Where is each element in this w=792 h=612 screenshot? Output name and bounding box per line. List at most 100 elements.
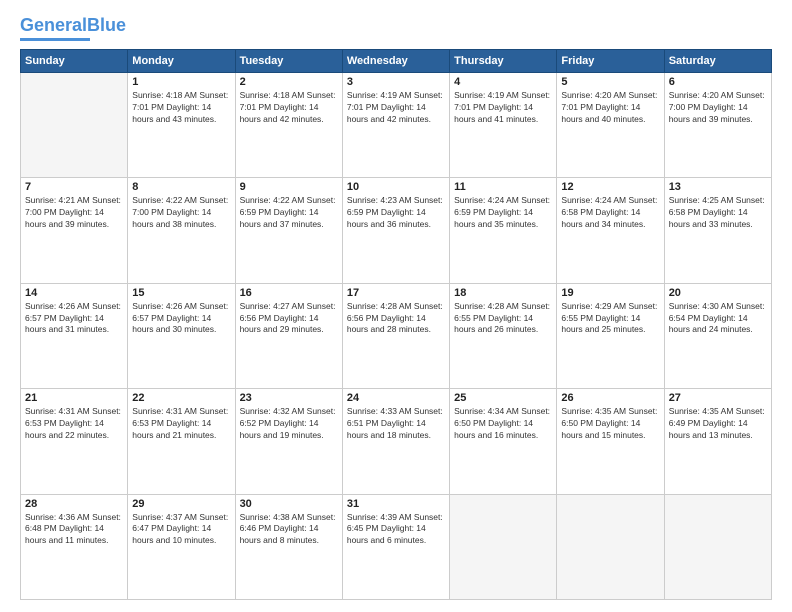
logo-text: GeneralBlue [20, 16, 126, 36]
calendar-cell: 21 Sunrise: 4:31 AM Sunset: 6:53 PM Dayli… [21, 389, 128, 494]
cell-info: Sunrise: 4:19 AM Sunset: 7:01 PM Dayligh… [454, 90, 552, 126]
calendar-cell [21, 72, 128, 177]
cell-info: Sunrise: 4:22 AM Sunset: 6:59 PM Dayligh… [240, 195, 338, 231]
weekday-header-monday: Monday [128, 49, 235, 72]
calendar-cell: 22 Sunrise: 4:31 AM Sunset: 6:53 PM Dayli… [128, 389, 235, 494]
cell-info: Sunrise: 4:32 AM Sunset: 6:52 PM Dayligh… [240, 406, 338, 442]
cell-info: Sunrise: 4:19 AM Sunset: 7:01 PM Dayligh… [347, 90, 445, 126]
cell-info: Sunrise: 4:29 AM Sunset: 6:55 PM Dayligh… [561, 301, 659, 337]
calendar-cell [664, 494, 771, 599]
day-number: 2 [240, 76, 338, 88]
weekday-header-sunday: Sunday [21, 49, 128, 72]
calendar-cell: 14 Sunrise: 4:26 AM Sunset: 6:57 PM Dayli… [21, 283, 128, 388]
logo: GeneralBlue [20, 16, 126, 41]
weekday-header-wednesday: Wednesday [342, 49, 449, 72]
calendar-cell: 29Sunrise: 4:37 AM Sunset: 6:47 PM Dayli… [128, 494, 235, 599]
cell-info: Sunrise: 4:31 AM Sunset: 6:53 PM Dayligh… [132, 406, 230, 442]
cell-info: Sunrise: 4:28 AM Sunset: 6:56 PM Dayligh… [347, 301, 445, 337]
calendar-cell: 6Sunrise: 4:20 AM Sunset: 7:00 PM Daylig… [664, 72, 771, 177]
weekday-header-row: SundayMondayTuesdayWednesdayThursdayFrid… [21, 49, 772, 72]
calendar-week-row: 7 Sunrise: 4:21 AM Sunset: 7:00 PM Daylig… [21, 178, 772, 283]
day-number: 25 [454, 392, 552, 404]
day-number: 8 [132, 181, 230, 193]
calendar-cell: 5 Sunrise: 4:20 AM Sunset: 7:01 PM Daylig… [557, 72, 664, 177]
day-number: 6 [669, 76, 767, 88]
calendar-cell: 9 Sunrise: 4:22 AM Sunset: 6:59 PM Daylig… [235, 178, 342, 283]
calendar-cell: 11Sunrise: 4:24 AM Sunset: 6:59 PM Dayli… [450, 178, 557, 283]
calendar-week-row: 28Sunrise: 4:36 AM Sunset: 6:48 PM Dayli… [21, 494, 772, 599]
calendar-cell: 25 Sunrise: 4:34 AM Sunset: 6:50 PM Dayli… [450, 389, 557, 494]
day-number: 4 [454, 76, 552, 88]
calendar-cell: 2 Sunrise: 4:18 AM Sunset: 7:01 PM Daylig… [235, 72, 342, 177]
calendar-table: SundayMondayTuesdayWednesdayThursdayFrid… [20, 49, 772, 600]
calendar-cell: 20Sunrise: 4:30 AM Sunset: 6:54 PM Dayli… [664, 283, 771, 388]
day-number: 29 [132, 498, 230, 510]
day-number: 1 [132, 76, 230, 88]
cell-info: Sunrise: 4:35 AM Sunset: 6:50 PM Dayligh… [561, 406, 659, 442]
day-number: 7 [25, 181, 123, 193]
calendar-cell: 26 Sunrise: 4:35 AM Sunset: 6:50 PM Dayli… [557, 389, 664, 494]
calendar-cell: 12 Sunrise: 4:24 AM Sunset: 6:58 PM Dayli… [557, 178, 664, 283]
day-number: 14 [25, 287, 123, 299]
day-number: 9 [240, 181, 338, 193]
cell-info: Sunrise: 4:35 AM Sunset: 6:49 PM Dayligh… [669, 406, 767, 442]
day-number: 18 [454, 287, 552, 299]
calendar-cell [557, 494, 664, 599]
day-number: 15 [132, 287, 230, 299]
logo-blue: Blue [87, 15, 126, 35]
calendar-cell: 16 Sunrise: 4:27 AM Sunset: 6:56 PM Dayli… [235, 283, 342, 388]
cell-info: Sunrise: 4:38 AM Sunset: 6:46 PM Dayligh… [240, 512, 338, 548]
calendar-cell [450, 494, 557, 599]
day-number: 20 [669, 287, 767, 299]
day-number: 11 [454, 181, 552, 193]
calendar-cell: 19 Sunrise: 4:29 AM Sunset: 6:55 PM Dayli… [557, 283, 664, 388]
logo-underline [20, 38, 90, 41]
cell-info: Sunrise: 4:26 AM Sunset: 6:57 PM Dayligh… [132, 301, 230, 337]
calendar-cell: 30 Sunrise: 4:38 AM Sunset: 6:46 PM Dayli… [235, 494, 342, 599]
weekday-header-saturday: Saturday [664, 49, 771, 72]
calendar-cell: 28Sunrise: 4:36 AM Sunset: 6:48 PM Dayli… [21, 494, 128, 599]
logo-general: General [20, 15, 87, 35]
weekday-header-tuesday: Tuesday [235, 49, 342, 72]
day-number: 27 [669, 392, 767, 404]
calendar-week-row: 21 Sunrise: 4:31 AM Sunset: 6:53 PM Dayli… [21, 389, 772, 494]
day-number: 17 [347, 287, 445, 299]
calendar-cell: 18 Sunrise: 4:28 AM Sunset: 6:55 PM Dayli… [450, 283, 557, 388]
day-number: 19 [561, 287, 659, 299]
cell-info: Sunrise: 4:24 AM Sunset: 6:58 PM Dayligh… [561, 195, 659, 231]
cell-info: Sunrise: 4:20 AM Sunset: 7:01 PM Dayligh… [561, 90, 659, 126]
cell-info: Sunrise: 4:18 AM Sunset: 7:01 PM Dayligh… [240, 90, 338, 126]
cell-info: Sunrise: 4:34 AM Sunset: 6:50 PM Dayligh… [454, 406, 552, 442]
day-number: 30 [240, 498, 338, 510]
calendar-cell: 7 Sunrise: 4:21 AM Sunset: 7:00 PM Daylig… [21, 178, 128, 283]
calendar-cell: 23 Sunrise: 4:32 AM Sunset: 6:52 PM Dayli… [235, 389, 342, 494]
day-number: 21 [25, 392, 123, 404]
calendar-cell: 31Sunrise: 4:39 AM Sunset: 6:45 PM Dayli… [342, 494, 449, 599]
cell-info: Sunrise: 4:18 AM Sunset: 7:01 PM Dayligh… [132, 90, 230, 126]
day-number: 12 [561, 181, 659, 193]
day-number: 26 [561, 392, 659, 404]
day-number: 5 [561, 76, 659, 88]
calendar-cell: 24 Sunrise: 4:33 AM Sunset: 6:51 PM Dayli… [342, 389, 449, 494]
day-number: 28 [25, 498, 123, 510]
calendar-week-row: 1 Sunrise: 4:18 AM Sunset: 7:01 PM Daylig… [21, 72, 772, 177]
day-number: 22 [132, 392, 230, 404]
weekday-header-friday: Friday [557, 49, 664, 72]
day-number: 16 [240, 287, 338, 299]
calendar-cell: 1 Sunrise: 4:18 AM Sunset: 7:01 PM Daylig… [128, 72, 235, 177]
cell-info: Sunrise: 4:26 AM Sunset: 6:57 PM Dayligh… [25, 301, 123, 337]
calendar-cell: 15 Sunrise: 4:26 AM Sunset: 6:57 PM Dayli… [128, 283, 235, 388]
day-number: 24 [347, 392, 445, 404]
cell-info: Sunrise: 4:27 AM Sunset: 6:56 PM Dayligh… [240, 301, 338, 337]
page: GeneralBlue SundayMondayTuesdayWednesday… [0, 0, 792, 612]
cell-info: Sunrise: 4:39 AM Sunset: 6:45 PM Dayligh… [347, 512, 445, 548]
cell-info: Sunrise: 4:31 AM Sunset: 6:53 PM Dayligh… [25, 406, 123, 442]
cell-info: Sunrise: 4:21 AM Sunset: 7:00 PM Dayligh… [25, 195, 123, 231]
calendar-cell: 4 Sunrise: 4:19 AM Sunset: 7:01 PM Daylig… [450, 72, 557, 177]
day-number: 23 [240, 392, 338, 404]
cell-info: Sunrise: 4:33 AM Sunset: 6:51 PM Dayligh… [347, 406, 445, 442]
cell-info: Sunrise: 4:23 AM Sunset: 6:59 PM Dayligh… [347, 195, 445, 231]
cell-info: Sunrise: 4:22 AM Sunset: 7:00 PM Dayligh… [132, 195, 230, 231]
calendar-cell: 3Sunrise: 4:19 AM Sunset: 7:01 PM Daylig… [342, 72, 449, 177]
cell-info: Sunrise: 4:28 AM Sunset: 6:55 PM Dayligh… [454, 301, 552, 337]
